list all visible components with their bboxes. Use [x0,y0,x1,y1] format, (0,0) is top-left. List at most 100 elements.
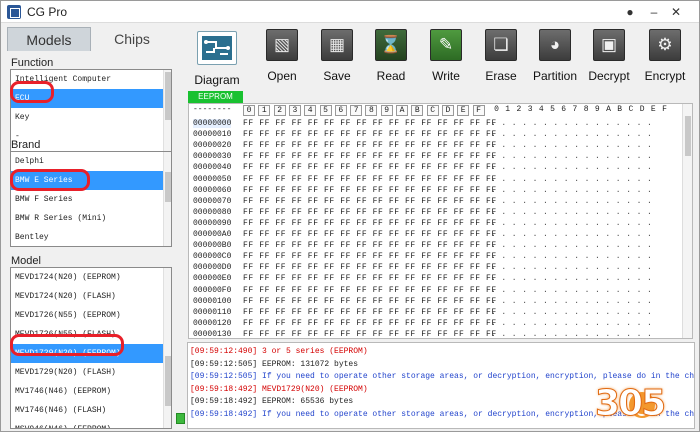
hex-bytes[interactable]: FF FF FF FF FF FF FF FF FF FF FF FF FF F… [243,197,497,206]
hex-row[interactable]: 00000010 FF FF FF FF FF FF FF FF FF FF FF… [189,130,684,141]
hex-bytes[interactable]: FF FF FF FF FF FF FF FF FF FF FF FF FF F… [243,297,497,306]
hex-row[interactable]: 000000C0 FF FF FF FF FF FF FF FF FF FF FF… [189,252,684,263]
hex-row[interactable]: 00000000 FF FF FF FF FF FF FF FF FF FF FF… [189,119,684,130]
encrypt-button[interactable]: ⚙ Encrypt [637,25,693,89]
hex-bytes[interactable]: FF FF FF FF FF FF FF FF FF FF FF FF FF F… [243,263,497,272]
hex-row[interactable]: 00000090 FF FF FF FF FF FF FF FF FF FF FF… [189,219,684,230]
minimize-button[interactable]: – [645,3,663,21]
close-button[interactable]: ✕ [667,3,685,21]
list-item[interactable]: Intelligent Computer [11,70,163,89]
hex-scrollbar[interactable] [682,104,692,338]
hex-bytes[interactable]: FF FF FF FF FF FF FF FF FF FF FF FF FF F… [243,286,497,295]
hex-address: 000000B0 [193,241,232,251]
hex-bytes[interactable]: FF FF FF FF FF FF FF FF FF FF FF FF FF F… [243,152,497,161]
list-item[interactable]: BMW F Series [11,190,163,209]
scroll-thumb[interactable] [165,356,171,406]
list-item[interactable]: MV1746(N46) (EEPROM) [11,382,163,401]
hex-row[interactable]: 000000A0 FF FF FF FF FF FF FF FF FF FF FF… [189,230,684,241]
hex-bytes[interactable]: FF FF FF FF FF FF FF FF FF FF FF FF FF F… [243,163,497,172]
hex-row[interactable]: 000000E0 FF FF FF FF FF FF FF FF FF FF FF… [189,274,684,285]
list-item[interactable]: Bentley [11,228,163,246]
hex-bytes[interactable]: FF FF FF FF FF FF FF FF FF FF FF FF FF F… [243,175,497,184]
ascii-bytes: ................ [491,130,658,140]
decrypt-button[interactable]: ▣ Decrypt [581,25,637,89]
list-item[interactable]: BMW R Series (Mini) [11,209,163,228]
hex-row[interactable]: 00000080 FF FF FF FF FF FF FF FF FF FF FF… [189,208,684,219]
hex-bytes[interactable]: FF FF FF FF FF FF FF FF FF FF FF FF FF F… [243,319,497,328]
account-icon[interactable]: ● [621,3,639,21]
read-button[interactable]: ⌛ Read [363,25,419,89]
hex-row[interactable]: 00000100 FF FF FF FF FF FF FF FF FF FF FF… [189,297,684,308]
hex-row[interactable]: 00000050 FF FF FF FF FF FF FF FF FF FF FF… [189,175,684,186]
write-button[interactable]: ✎ Write [418,25,474,89]
hex-address: 00000010 [193,130,232,140]
function-scrollbar[interactable] [163,70,171,154]
tab-chips[interactable]: Chips [91,27,173,51]
scroll-thumb[interactable] [685,116,691,156]
erase-button[interactable]: ❏ Erase [473,25,529,89]
scroll-thumb[interactable] [165,172,171,202]
list-item[interactable]: MEVD1729(N20) (EEPROM) [11,344,163,363]
partition-button[interactable]: ◕ Partition [527,25,583,89]
hex-row[interactable]: 00000130 FF FF FF FF FF FF FF FF FF FF FF… [189,330,684,338]
hex-bytes[interactable]: FF FF FF FF FF FF FF FF FF FF FF FF FF F… [243,330,497,338]
hex-row[interactable]: 00000020 FF FF FF FF FF FF FF FF FF FF FF… [189,141,684,152]
hex-column-header: 7 [350,105,363,116]
hex-bytes[interactable]: FF FF FF FF FF FF FF FF FF FF FF FF FF F… [243,208,497,217]
model-scrollbar[interactable] [163,268,171,428]
hex-bytes[interactable]: FF FF FF FF FF FF FF FF FF FF FF FF FF F… [243,186,497,195]
hex-editor[interactable]: -------- 0123456789ABCDEF0123456789ABCDE… [188,103,693,339]
hex-row[interactable]: 000000F0 FF FF FF FF FF FF FF FF FF FF FF… [189,286,684,297]
hex-bytes[interactable]: FF FF FF FF FF FF FF FF FF FF FF FF FF F… [243,141,497,150]
hex-row[interactable]: 00000120 FF FF FF FF FF FF FF FF FF FF FF… [189,319,684,330]
ascii-bytes: ................ [491,296,658,306]
ascii-column-header: E [650,105,656,114]
ascii-bytes: ................ [491,185,658,195]
hex-row[interactable]: 00000040 FF FF FF FF FF FF FF FF FF FF FF… [189,163,684,174]
hex-row[interactable]: 000000D0 FF FF FF FF FF FF FF FF FF FF FF… [189,263,684,274]
hex-bytes[interactable]: FF FF FF FF FF FF FF FF FF FF FF FF FF F… [243,252,497,261]
save-button[interactable]: ▦ Save [309,25,365,89]
hex-bytes[interactable]: FF FF FF FF FF FF FF FF FF FF FF FF FF F… [243,241,497,250]
list-item[interactable]: MEVD1724(N20) (FLASH) [11,287,163,306]
list-item[interactable]: MEVD1729(N20) (FLASH) [11,363,163,382]
hex-address: 00000040 [193,163,232,173]
list-item[interactable]: BMW E Series [11,171,163,190]
diagram-button[interactable]: Diagram [189,25,245,89]
brand-list[interactable]: Delphi BMW E Series BMW F Series BMW R S… [10,151,172,247]
ascii-bytes: ................ [491,252,658,262]
hex-row[interactable]: 00000110 FF FF FF FF FF FF FF FF FF FF FF… [189,308,684,319]
hex-bytes[interactable]: FF FF FF FF FF FF FF FF FF FF FF FF FF F… [243,130,497,139]
list-item[interactable]: MV1746(N46) (FLASH) [11,401,163,420]
list-item[interactable]: Key [11,108,163,127]
ascii-bytes: ................ [491,285,658,295]
list-item[interactable]: MEVD1724(N20) (EEPROM) [11,268,163,287]
hex-bytes[interactable]: FF FF FF FF FF FF FF FF FF FF FF FF FF F… [243,308,497,317]
hex-bytes[interactable]: FF FF FF FF FF FF FF FF FF FF FF FF FF F… [243,230,497,239]
hex-address: 00000120 [193,318,232,328]
hex-row[interactable]: 00000070 FF FF FF FF FF FF FF FF FF FF FF… [189,197,684,208]
hex-row[interactable]: 00000060 FF FF FF FF FF FF FF FF FF FF FF… [189,186,684,197]
list-item[interactable]: ECU [11,89,163,108]
list-item[interactable]: MSV946(N46) (EEPROM) [11,420,163,428]
hex-bytes[interactable]: FF FF FF FF FF FF FF FF FF FF FF FF FF F… [243,274,497,283]
hex-address: 00000100 [193,296,232,306]
hex-row[interactable]: 000000B0 FF FF FF FF FF FF FF FF FF FF FF… [189,241,684,252]
open-button[interactable]: ▧ Open [254,25,310,89]
scroll-thumb[interactable] [165,72,171,120]
ascii-column-header: B [617,105,623,114]
hex-bytes[interactable]: FF FF FF FF FF FF FF FF FF FF FF FF FF F… [243,219,497,228]
open-label: Open [267,69,297,83]
eeprom-tab[interactable]: EEPROM [188,91,243,103]
tab-models[interactable]: Models [7,27,91,51]
list-item[interactable]: MEVD1726(N55) (EEPROM) [11,306,163,325]
hex-row[interactable]: 00000030 FF FF FF FF FF FF FF FF FF FF FF… [189,152,684,163]
brand-scrollbar[interactable] [163,152,171,246]
list-item[interactable]: Delphi [11,152,163,171]
hex-bytes[interactable]: FF FF FF FF FF FF FF FF FF FF FF FF FF F… [243,119,497,128]
hex-column-header: E [457,105,470,116]
encrypt-label: Encrypt [644,69,686,83]
panel-tabs: Models Chips [7,27,173,51]
list-item[interactable]: MEVD1726(N55) (FLASH) [11,325,163,344]
model-list[interactable]: MEVD1724(N20) (EEPROM) MEVD1724(N20) (FL… [10,267,172,429]
